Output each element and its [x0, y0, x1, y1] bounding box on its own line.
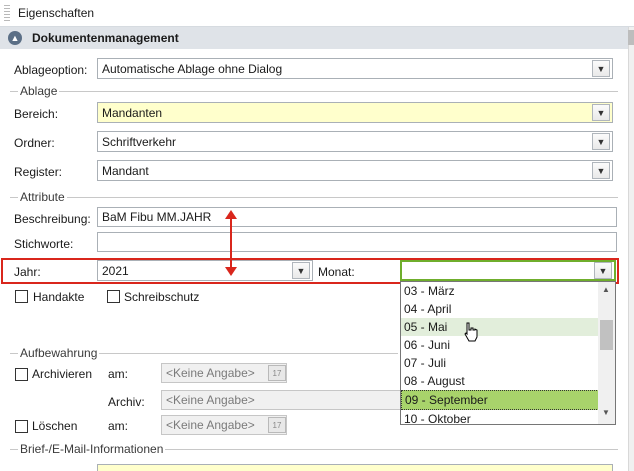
- archivieren-date-value: <Keine Angabe>: [166, 366, 255, 380]
- chevron-down-icon[interactable]: ▼: [592, 60, 610, 77]
- dropdown-scrollbar-thumb[interactable]: [600, 320, 613, 350]
- archiv-select[interactable]: <Keine Angabe>: [161, 390, 401, 410]
- panel-title: Eigenschaften: [18, 6, 95, 20]
- archiv-value: <Keine Angabe>: [166, 393, 255, 407]
- loeschen-date-value: <Keine Angabe>: [166, 418, 255, 432]
- monat-option[interactable]: 07 - Juli: [401, 354, 615, 372]
- dropdown-scrollbar[interactable]: ▲ ▼: [598, 282, 615, 424]
- panel-scrollbar[interactable]: [628, 27, 634, 471]
- archiv-label: Archiv:: [108, 395, 145, 409]
- brief-group-title: Brief-/E-Mail-Informationen: [18, 442, 166, 456]
- section-title: Dokumentenmanagement: [32, 31, 179, 45]
- schreibschutz-checkbox[interactable]: [107, 290, 120, 303]
- calendar-icon[interactable]: 17: [268, 365, 286, 381]
- monat-option[interactable]: 10 - Oktober: [401, 410, 615, 424]
- chevron-up-icon[interactable]: ▲: [8, 31, 22, 45]
- grip-icon[interactable]: [4, 5, 10, 21]
- cursor-hand-icon: [464, 322, 478, 342]
- loeschen-checkbox[interactable]: [15, 420, 28, 433]
- bereich-select[interactable]: Mandanten ▼: [97, 102, 613, 123]
- panel-scrollbar-thumb[interactable]: [628, 30, 634, 45]
- loeschen-label: Löschen: [32, 419, 78, 433]
- handakte-checkbox[interactable]: [15, 290, 28, 303]
- schreibschutz-label: Schreibschutz: [124, 290, 200, 304]
- calendar-icon[interactable]: 17: [268, 417, 286, 433]
- ablageoption-label: Ablageoption:: [14, 63, 88, 77]
- ablageoption-select[interactable]: Automatische Ablage ohne Dialog ▼: [97, 58, 613, 79]
- bereich-label: Bereich:: [14, 107, 59, 121]
- monat-select[interactable]: ▼: [400, 260, 616, 281]
- jahr-value: 2021: [102, 263, 129, 278]
- ordner-value: Schriftverkehr: [102, 134, 177, 149]
- chevron-down-icon[interactable]: ▼: [292, 262, 310, 279]
- beschreibung-value: BaM Fibu MM.JAHR: [102, 210, 212, 224]
- properties-panel-header: Eigenschaften: [0, 0, 634, 27]
- bereich-value: Mandanten: [102, 105, 163, 120]
- archivieren-am-label: am:: [108, 367, 129, 381]
- stichworte-label: Stichworte:: [14, 237, 74, 251]
- monat-dropdown-list[interactable]: 03 - März 04 - April 05 - Mai 06 - Juni 07 -…: [400, 281, 616, 425]
- ablageoption-value: Automatische Ablage ohne Dialog: [102, 61, 283, 76]
- monat-option[interactable]: 05 - Mai: [401, 318, 615, 336]
- double-arrow-icon: [225, 210, 237, 276]
- register-select[interactable]: Mandant ▼: [97, 160, 613, 181]
- ablage-group-title: Ablage: [18, 84, 60, 98]
- loeschen-date-input[interactable]: <Keine Angabe> 17: [161, 415, 287, 435]
- monat-option[interactable]: 08 - August: [401, 372, 615, 390]
- stichworte-input[interactable]: [97, 232, 617, 252]
- attribute-group-title: Attribute: [18, 190, 67, 204]
- chevron-down-icon[interactable]: ▼: [592, 162, 610, 179]
- monat-option[interactable]: 04 - April: [401, 300, 615, 318]
- chevron-down-icon[interactable]: ▼: [592, 104, 610, 121]
- ordner-label: Ordner:: [14, 136, 55, 150]
- loeschen-am-label: am:: [108, 419, 129, 433]
- register-value: Mandant: [102, 163, 149, 178]
- beschreibung-input[interactable]: BaM Fibu MM.JAHR: [97, 207, 617, 227]
- ordner-select[interactable]: Schriftverkehr ▼: [97, 131, 613, 152]
- jahr-select[interactable]: 2021 ▼: [97, 260, 313, 281]
- jahr-label: Jahr:: [14, 265, 41, 279]
- register-label: Register:: [14, 165, 63, 179]
- scroll-up-icon[interactable]: ▲: [602, 285, 610, 294]
- monat-option[interactable]: 06 - Juni: [401, 336, 615, 354]
- scroll-down-icon[interactable]: ▼: [602, 408, 610, 417]
- aufbewahrung-group-title: Aufbewahrung: [18, 346, 100, 360]
- handakte-label: Handakte: [33, 290, 85, 304]
- ablage-group-line: [10, 91, 618, 92]
- chevron-down-icon[interactable]: ▼: [592, 133, 610, 150]
- brief-field-partial[interactable]: [97, 464, 613, 471]
- attribute-group-line: [10, 197, 618, 198]
- chevron-down-icon[interactable]: ▼: [594, 262, 612, 279]
- archivieren-checkbox[interactable]: [15, 368, 28, 381]
- archivieren-date-input[interactable]: <Keine Angabe> 17: [161, 363, 287, 383]
- monat-option[interactable]: 09 - September: [401, 390, 615, 410]
- monat-label: Monat:: [318, 265, 355, 279]
- monat-dropdown-items: 03 - März 04 - April 05 - Mai 06 - Juni 07 -…: [401, 282, 615, 424]
- monat-option[interactable]: 03 - März: [401, 282, 615, 300]
- beschreibung-label: Beschreibung:: [14, 212, 91, 226]
- section-header-dokumentenmanagement[interactable]: ▲ Dokumentenmanagement: [0, 27, 628, 49]
- archivieren-label: Archivieren: [32, 367, 93, 381]
